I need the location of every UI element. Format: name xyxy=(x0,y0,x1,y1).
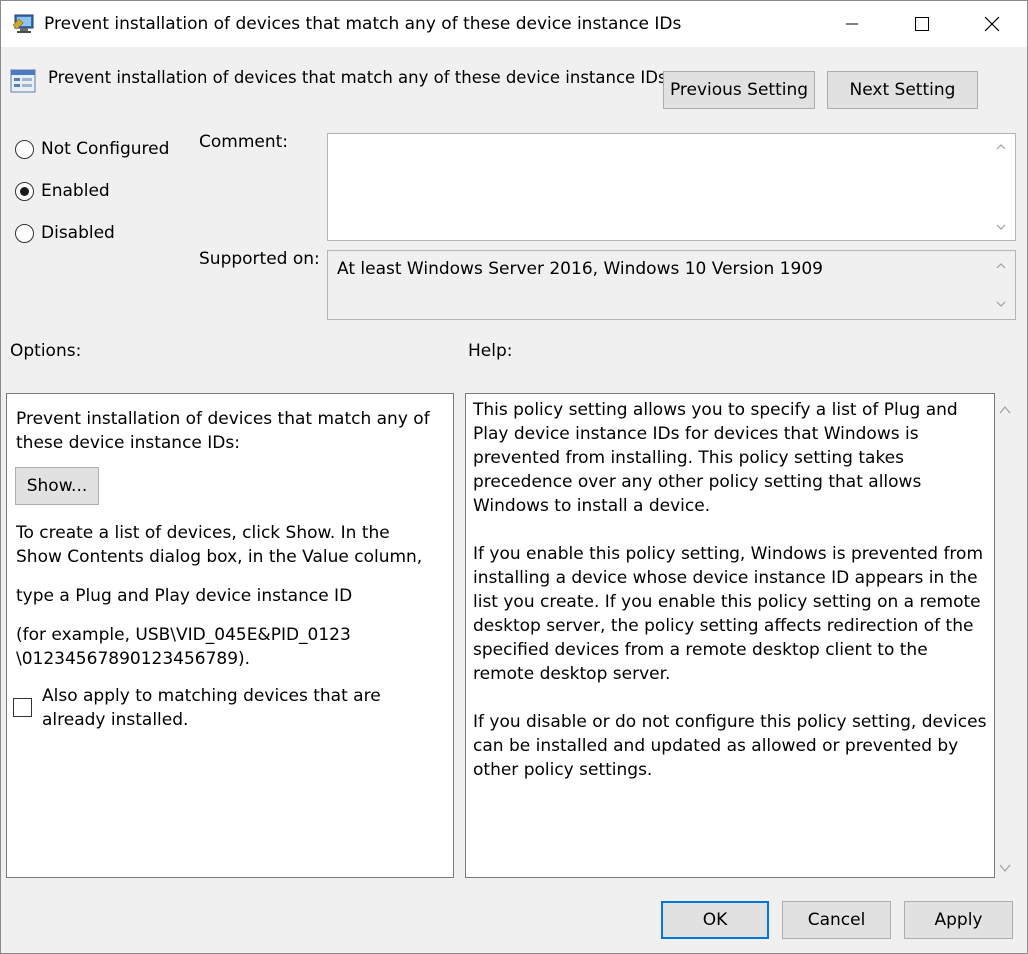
scroll-up-icon[interactable] xyxy=(995,142,1007,152)
close-icon xyxy=(984,16,1000,32)
options-label: Options: xyxy=(10,341,82,361)
cancel-button[interactable]: Cancel xyxy=(782,901,891,939)
radio-disabled[interactable]: Disabled xyxy=(15,223,115,243)
radio-label: Enabled xyxy=(41,181,110,201)
help-paragraph: If you disable or do not configure this … xyxy=(473,712,987,780)
scroll-down-icon[interactable] xyxy=(995,222,1007,232)
window-title: Prevent installation of devices that mat… xyxy=(44,14,682,34)
help-paragraph: If you enable this policy setting, Windo… xyxy=(473,544,983,684)
options-instructions-3: (for example, USB\VID_045E&PID_0123 \012… xyxy=(16,625,351,669)
group-policy-app-icon xyxy=(12,13,37,35)
options-instructions-2: type a Plug and Play device instance ID xyxy=(16,586,353,606)
comment-label: Comment: xyxy=(199,132,289,152)
close-button[interactable] xyxy=(957,1,1027,47)
help-paragraph: This policy setting allows you to specif… xyxy=(473,400,958,516)
apply-button[interactable]: Apply xyxy=(904,901,1013,939)
help-scroll-up-icon[interactable] xyxy=(999,399,1011,418)
help-panel: This policy setting allows you to specif… xyxy=(465,393,995,878)
radio-enabled[interactable]: Enabled xyxy=(15,181,110,201)
options-panel: Prevent installation of devices that mat… xyxy=(6,393,454,878)
radio-circle-selected[interactable] xyxy=(15,181,34,201)
apply-installed-checkbox[interactable] xyxy=(13,698,32,717)
previous-setting-button[interactable]: Previous Setting xyxy=(663,71,815,109)
policy-setting-icon xyxy=(10,68,38,96)
comment-textarea[interactable] xyxy=(327,133,1016,241)
radio-not-configured[interactable]: Not Configured xyxy=(15,139,169,159)
ok-button[interactable]: OK xyxy=(661,901,769,939)
supported-on-label: Supported on: xyxy=(199,249,320,269)
minimize-icon xyxy=(846,23,858,25)
help-label: Help: xyxy=(468,341,513,361)
title-bar[interactable]: Prevent installation of devices that mat… xyxy=(1,1,1027,47)
apply-installed-checkbox-row[interactable]: Also apply to matching devices that are … xyxy=(13,684,422,732)
maximize-button[interactable] xyxy=(887,1,957,47)
options-instructions-1: To create a list of devices, click Show.… xyxy=(16,523,423,567)
radio-label: Not Configured xyxy=(41,139,170,159)
policy-dialog-window: Prevent installation of devices that mat… xyxy=(0,0,1028,954)
help-scroll-down-icon[interactable] xyxy=(999,857,1011,876)
minimize-button[interactable] xyxy=(817,1,887,47)
options-description: Prevent installation of devices that mat… xyxy=(16,409,430,453)
radio-label: Disabled xyxy=(41,223,115,243)
supported-on-field: At least Windows Server 2016, Windows 10… xyxy=(327,250,1016,320)
scroll-down-icon[interactable] xyxy=(995,299,1007,309)
supported-on-value: At least Windows Server 2016, Windows 10… xyxy=(337,259,823,279)
scroll-up-icon[interactable] xyxy=(995,261,1007,271)
maximize-icon xyxy=(915,17,929,31)
show-button[interactable]: Show... xyxy=(15,467,99,505)
help-text: This policy setting allows you to specif… xyxy=(473,398,991,806)
policy-title: Prevent installation of devices that mat… xyxy=(48,68,667,87)
radio-circle[interactable] xyxy=(15,223,34,243)
apply-installed-checkbox-label: Also apply to matching devices that are … xyxy=(42,686,381,730)
radio-circle[interactable] xyxy=(15,139,34,159)
next-setting-button[interactable]: Next Setting xyxy=(827,71,978,109)
